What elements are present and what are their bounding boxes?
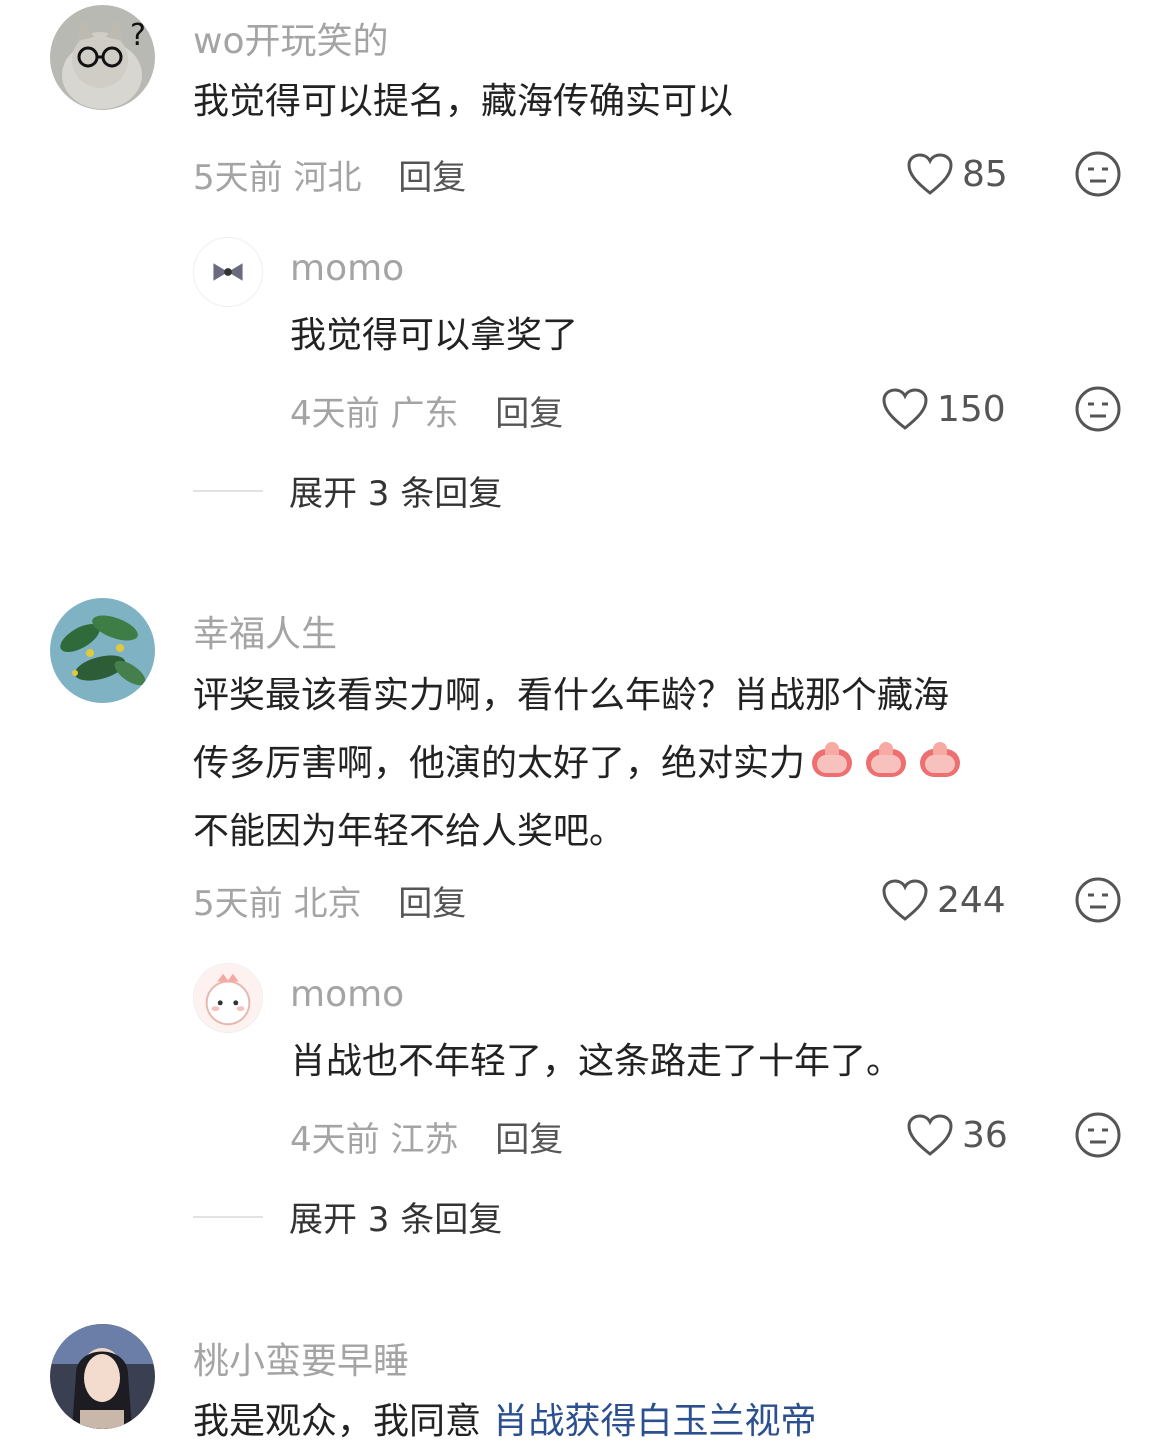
reply-button[interactable]: 回复 xyxy=(398,158,466,198)
dislike-icon[interactable] xyxy=(1074,150,1122,198)
comment-text-prefix: 我是观众，我同意 xyxy=(193,1401,493,1442)
divider xyxy=(193,489,263,492)
thumbs-up-icon xyxy=(866,742,907,777)
dislike-icon[interactable] xyxy=(1074,876,1122,924)
reply-text: 肖战也不年轻了，这条路走了十年了。 xyxy=(290,1041,903,1082)
reply-location: 江苏 xyxy=(390,1120,459,1160)
comment-text: 我是观众，我同意 肖战获得白玉兰视帝 xyxy=(193,1388,1153,1456)
user-avatar[interactable] xyxy=(50,1324,155,1429)
username[interactable]: 桃小蛮要早睡 xyxy=(193,1332,409,1384)
like-count: 244 xyxy=(937,879,1006,921)
expand-replies[interactable]: 展开 3 条回复 xyxy=(193,466,502,515)
reply-button[interactable]: 回复 xyxy=(398,884,466,924)
comment-text-line: 评奖最该看实力啊，看什么年龄？肖战那个藏海 xyxy=(193,675,950,716)
like-button[interactable]: 244 xyxy=(881,878,1006,922)
username[interactable]: momo xyxy=(290,248,404,289)
like-button[interactable]: 85 xyxy=(906,152,1008,196)
expand-label: 展开 3 条回复 xyxy=(289,474,503,514)
reply-meta: 4天前 江苏 回复 xyxy=(290,1112,563,1161)
thumbs-up-icon xyxy=(812,742,853,777)
comment-meta: 5天前 河北 回复 xyxy=(193,150,466,199)
comment-time: 5天前 xyxy=(193,884,283,924)
reply-button[interactable]: 回复 xyxy=(495,1120,563,1160)
thumbs-up-icon xyxy=(920,742,961,777)
reply-avatar[interactable] xyxy=(193,963,263,1033)
reply-button[interactable]: 回复 xyxy=(495,394,563,434)
reply-meta: 4天前 广东 回复 xyxy=(290,386,563,435)
like-count: 36 xyxy=(962,1114,1008,1156)
expand-replies[interactable]: 展开 3 条回复 xyxy=(193,1192,502,1241)
heart-icon xyxy=(882,388,928,430)
comment-location: 河北 xyxy=(293,158,362,198)
comment-text: 我觉得可以提名，藏海传确实可以 xyxy=(193,81,734,122)
svg-text:?: ? xyxy=(130,18,146,53)
reply-location: 广东 xyxy=(390,394,459,434)
like-count: 150 xyxy=(937,388,1006,430)
username[interactable]: 幸福人生 xyxy=(193,605,337,657)
reply-time: 4天前 xyxy=(290,394,380,434)
divider xyxy=(193,1215,263,1218)
user-avatar[interactable]: ? xyxy=(50,5,155,110)
comment-location: 北京 xyxy=(293,884,362,924)
reply-time: 4天前 xyxy=(290,1120,380,1160)
comment-text-line: 不能因为年轻不给人奖吧。 xyxy=(193,811,626,852)
like-button[interactable]: 36 xyxy=(906,1113,1008,1157)
like-button[interactable]: 150 xyxy=(881,387,1006,431)
expand-label: 展开 3 条回复 xyxy=(289,1200,503,1240)
dislike-icon[interactable] xyxy=(1074,385,1122,433)
heart-icon xyxy=(882,879,928,921)
reply-avatar[interactable] xyxy=(193,237,263,307)
username[interactable]: momo xyxy=(290,974,404,1015)
comment-text-segment: 传多厉害啊，他演的太好了，绝对实力 xyxy=(193,743,806,784)
comment-text: 评奖最该看实力啊，看什么年龄？肖战那个藏海 传多厉害啊，他演的太好了，绝对实力 … xyxy=(193,662,1113,866)
heart-icon xyxy=(907,153,953,195)
comment-time: 5天前 xyxy=(193,158,283,198)
heart-icon xyxy=(907,1114,953,1156)
topic-link[interactable]: 肖战获得白玉兰视帝 xyxy=(492,1401,816,1442)
username[interactable]: wo开玩笑的 xyxy=(193,12,388,64)
dislike-icon[interactable] xyxy=(1074,1111,1122,1159)
reply-text: 我觉得可以拿奖了 xyxy=(290,315,579,356)
comment-text-line: 传多厉害啊，他演的太好了，绝对实力 xyxy=(193,730,1113,798)
user-avatar[interactable] xyxy=(50,598,155,703)
like-count: 85 xyxy=(962,153,1008,195)
comment-meta: 5天前 北京 回复 xyxy=(193,876,466,925)
